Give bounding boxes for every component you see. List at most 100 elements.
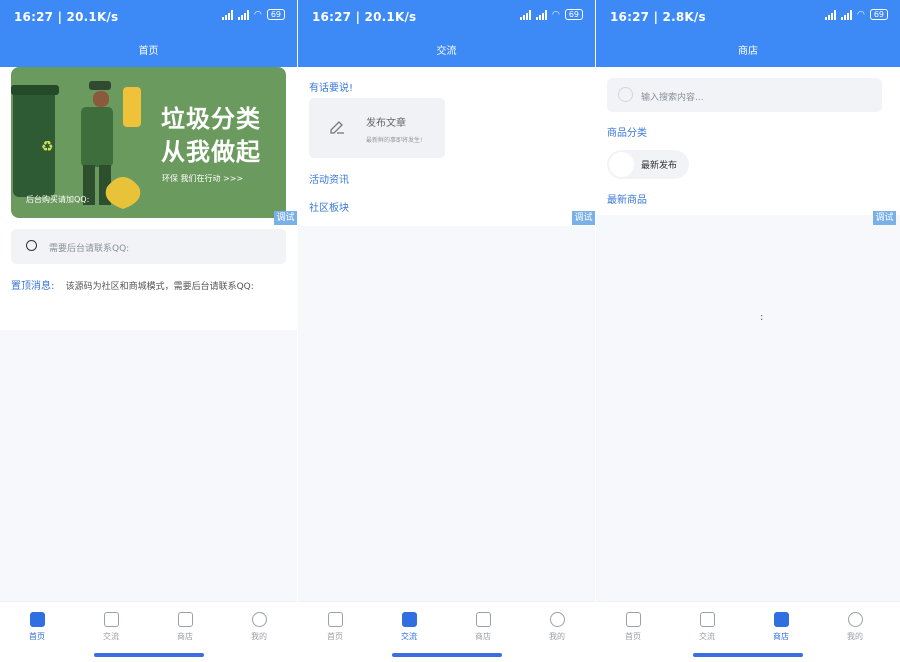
- chat-icon: [104, 612, 119, 627]
- screen-community: 16:27 | 20.1K/s ◠ 69 交流 有话要说! 发布文章 最新鲜的事…: [298, 0, 595, 662]
- content-background: [0, 330, 297, 602]
- tab-community[interactable]: 交流: [74, 612, 148, 642]
- header: 16:27 | 20.1K/s ◠ 69 首页: [0, 0, 297, 67]
- tab-label: 我的: [847, 632, 863, 641]
- screen-home: 16:27 | 20.1K/s ◠ 69 首页 ♻ 垃圾分类 从我做起: [0, 0, 297, 662]
- wifi-icon: ◠: [857, 10, 865, 20]
- status-indicators: ◠ 69: [520, 9, 583, 20]
- banner-slogan: 环保 我们在行动 >>>: [162, 173, 243, 184]
- publish-article-title: 发布文章: [366, 114, 406, 129]
- tab-store[interactable]: 商店: [446, 612, 520, 642]
- store-icon: [178, 612, 193, 627]
- debug-badge[interactable]: 调试: [274, 211, 297, 225]
- tab-bar: 首页 交流 商店 我的: [298, 601, 595, 662]
- battery-icon: 69: [565, 9, 583, 20]
- home-indicator: [392, 653, 502, 657]
- tab-profile[interactable]: 我的: [222, 612, 296, 642]
- banner-contact: 后台购买请加QQ:: [26, 194, 89, 205]
- banner-headline: 垃圾分类 从我做起: [161, 103, 261, 169]
- page-title: 商店: [596, 42, 900, 57]
- category-chip-label: 最新发布: [641, 158, 677, 171]
- section-latest-products: 最新商品: [607, 191, 647, 206]
- user-icon: [252, 612, 267, 627]
- content-background: [298, 226, 595, 602]
- tab-label: 我的: [549, 632, 565, 641]
- tab-profile[interactable]: 我的: [520, 612, 594, 642]
- svg-text:♻: ♻: [41, 139, 54, 155]
- tab-label: 我的: [251, 632, 267, 641]
- loading-indicator: :: [760, 312, 763, 323]
- wifi-icon: ◠: [254, 10, 262, 20]
- signal-icon: [222, 10, 233, 20]
- debug-badge[interactable]: 调试: [873, 211, 896, 225]
- publish-article-subtitle: 最新鲜的事即将发生!: [366, 135, 422, 144]
- search-bar[interactable]: 需要后台请联系QQ:: [11, 229, 286, 264]
- tab-home[interactable]: 首页: [596, 612, 670, 642]
- signal-icon: [825, 10, 836, 20]
- status-time: 16:27 | 20.1K/s: [312, 10, 416, 24]
- home-indicator: [693, 653, 803, 657]
- home-indicator: [94, 653, 204, 657]
- signal-icon: [536, 10, 547, 20]
- chat-icon: [402, 612, 417, 627]
- wifi-icon: ◠: [552, 10, 560, 20]
- publish-article-card[interactable]: 发布文章 最新鲜的事即将发生!: [309, 98, 445, 158]
- tab-bar: 首页 交流 商店 我的: [596, 601, 900, 662]
- debug-badge[interactable]: 调试: [572, 211, 595, 225]
- section-activity-news[interactable]: 活动资讯: [309, 171, 349, 186]
- content-background: [596, 215, 900, 602]
- status-indicators: ◠ 69: [222, 9, 285, 20]
- tab-label: 首页: [29, 632, 45, 641]
- search-placeholder: 需要后台请联系QQ:: [49, 241, 129, 254]
- chat-icon: [700, 612, 715, 627]
- notice-label: 置顶消息:: [11, 281, 54, 292]
- page-title: 交流: [298, 42, 595, 57]
- header: 16:27 | 2.8K/s ◠ 69 商店: [596, 0, 900, 67]
- battery-icon: 69: [267, 9, 285, 20]
- page-title: 首页: [0, 42, 297, 57]
- category-image: [609, 152, 634, 177]
- tab-label: 商店: [475, 632, 491, 641]
- section-community-board[interactable]: 社区板块: [309, 199, 349, 214]
- status-bar: 16:27 | 2.8K/s ◠ 69: [596, 0, 900, 33]
- tab-label: 商店: [177, 632, 193, 641]
- status-time: 16:27 | 2.8K/s: [610, 10, 706, 24]
- tab-label: 交流: [699, 632, 715, 641]
- tab-store[interactable]: 商店: [148, 612, 222, 642]
- tab-label: 首页: [327, 632, 343, 641]
- header: 16:27 | 20.1K/s ◠ 69 交流: [298, 0, 595, 67]
- signal-icon: [841, 10, 852, 20]
- tab-home[interactable]: 首页: [298, 612, 372, 642]
- screen-store: 16:27 | 2.8K/s ◠ 69 商店 输入搜索内容... 商品分类 最新…: [596, 0, 900, 662]
- category-chip-latest[interactable]: 最新发布: [607, 150, 689, 179]
- user-icon: [550, 612, 565, 627]
- search-icon: [618, 87, 633, 102]
- tab-community[interactable]: 交流: [670, 612, 744, 642]
- tab-label: 首页: [625, 632, 641, 641]
- home-icon: [30, 612, 45, 627]
- tab-label: 交流: [103, 632, 119, 641]
- edit-icon: [329, 118, 345, 134]
- tab-bar: 首页 交流 商店 我的: [0, 601, 297, 662]
- status-bar: 16:27 | 20.1K/s ◠ 69: [0, 0, 297, 33]
- status-time: 16:27 | 20.1K/s: [14, 10, 118, 24]
- battery-icon: 69: [870, 9, 888, 20]
- tab-store[interactable]: 商店: [744, 612, 818, 642]
- signal-icon: [238, 10, 249, 20]
- tab-home[interactable]: 首页: [0, 612, 74, 642]
- banner-headline-1: 垃圾分类: [161, 103, 261, 136]
- section-categories: 商品分类: [607, 124, 647, 139]
- banner[interactable]: ♻ 垃圾分类 从我做起 环保 我们在行动 >>> 后台购买请加QQ:: [11, 67, 286, 218]
- search-bar[interactable]: 输入搜索内容...: [607, 78, 882, 112]
- tab-label: 商店: [773, 632, 789, 641]
- pinned-notice[interactable]: 置顶消息: 该源码为社区和商城模式，需要后台请联系QQ:: [11, 277, 254, 292]
- tab-profile[interactable]: 我的: [818, 612, 892, 642]
- status-indicators: ◠ 69: [825, 9, 888, 20]
- home-icon: [328, 612, 343, 627]
- user-icon: [848, 612, 863, 627]
- notice-text: 该源码为社区和商城模式，需要后台请联系QQ:: [66, 282, 254, 292]
- tab-community[interactable]: 交流: [372, 612, 446, 642]
- search-placeholder: 输入搜索内容...: [641, 90, 704, 103]
- banner-headline-2: 从我做起: [161, 136, 261, 169]
- store-icon: [476, 612, 491, 627]
